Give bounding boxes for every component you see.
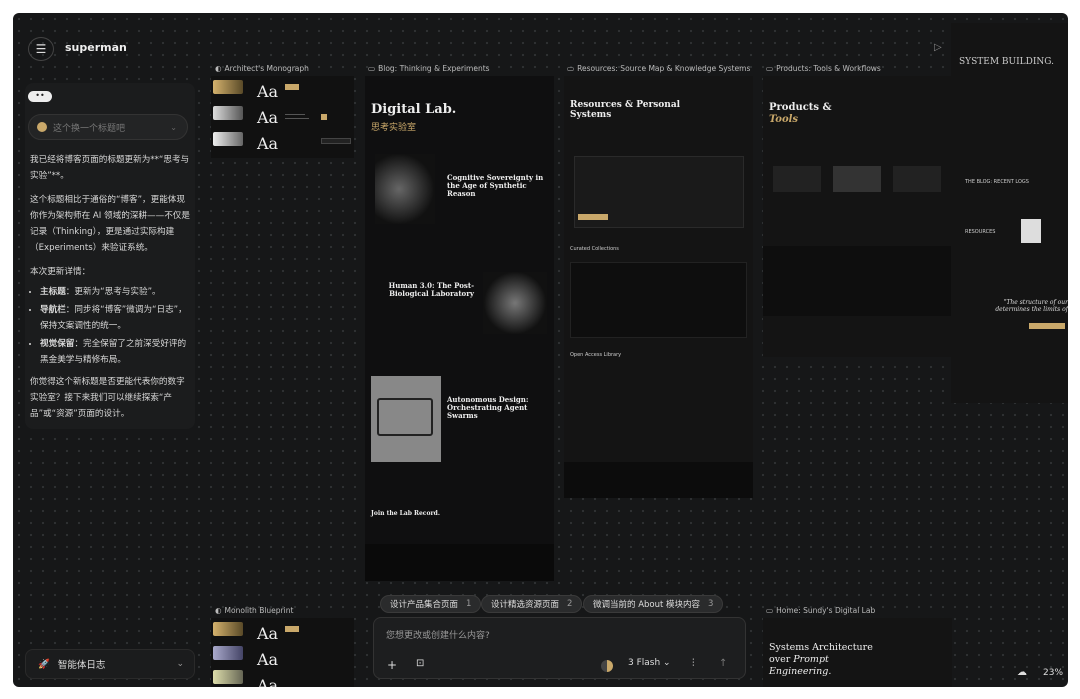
browser-icon: ▭ [766,606,774,615]
article-title: Autonomous Design: Orchestrating Agent S… [447,395,529,420]
home-preview[interactable]: Systems Architecture over Prompt Enginee… [763,618,952,687]
zoom-level[interactable]: 23% [1043,668,1063,678]
preview-title: Digital Lab. [371,102,457,117]
message-paragraph: 你觉得这个新标题是否更能代表你的数字实验室？接下来我们可以继续探索“产品”或“资… [30,377,185,419]
preview-title: SYSTEM BUILDING. [959,57,1055,67]
products-preview[interactable]: Products & Tools [763,76,952,357]
suggestion-chip[interactable]: 微调当前的 About 模块内容 3 [583,595,724,613]
hero-line: over [769,654,791,665]
card-label-products[interactable]: ▭ Products: Tools & Workflows [766,64,881,73]
section-title: Curated Collections [570,246,619,252]
top-bar: ☰ superman ▷ ⇥导出 ⋖共享 [13,13,1068,65]
stitch-canvas: ☰ superman ▷ ⇥导出 ⋖共享 •• 这个换一个标题吧 ⌄ 我已经将博… [13,13,1068,687]
cloud-icon[interactable]: ☁ [1017,667,1027,678]
attach-icon[interactable]: ⊡ [416,658,424,669]
chevron-down-icon: ⌄ [176,659,184,669]
agent-log-button[interactable]: 🚀 智能体日志 ⌄ [25,649,195,679]
resources-preview[interactable]: Resources & Personal Systems Curated Col… [564,76,753,498]
agent-log-label: 智能体日志 [57,660,106,671]
list-item: 导航栏：同步将“博客”微调为“日志”，保持文案调性的统一。 [40,302,190,334]
selector-text: 这个换一个标题吧 [53,123,126,134]
message-paragraph: 我已经将博客页面的标题更新为**“思考与实验”**。 [30,155,190,181]
card-label-monograph[interactable]: ◐ Architect's Monograph [215,64,309,73]
assistant-message: 我已经将博客页面的标题更新为**“思考与实验”**。 这个标题相比于通俗的“博客… [30,152,190,430]
preview-title: Resources & Personal Systems [570,100,681,120]
model-selector[interactable]: 3 Flash ⌄ [628,658,671,668]
hamburger-icon: ☰ [35,42,47,56]
cta-text: Join the Lab Record. [371,510,440,517]
card-label-home[interactable]: ▭ Home: Sundy's Digital Lab [766,606,875,615]
user-pill: •• [28,91,52,102]
blog-preview[interactable]: Digital Lab. 思考实验室 Cognitive Sovereignty… [365,76,554,581]
type-sample: Aa [257,108,279,127]
card-label-blog[interactable]: ▭ Blog: Thinking & Experiments [368,64,490,73]
preview-title-accent: Tools [769,114,799,125]
avatar [37,122,47,132]
suggestion-chip[interactable]: 设计精选资源页面 2 [481,595,583,613]
theme-icon[interactable] [601,660,613,672]
card-label-monolith[interactable]: ◐ Monolith Blueprint [215,606,293,615]
prompt-composer[interactable]: 您想更改或创建什么内容? + ⊡ 3 Flash ⌄ ⫶ ↑ [373,617,746,679]
project-name: superman [65,41,127,54]
rocket-icon: 🚀 [38,658,50,670]
type-sample: Aa [257,676,279,687]
message-selector[interactable]: 这个换一个标题吧 ⌄ [28,114,188,140]
add-icon[interactable]: + [387,658,397,672]
voice-icon[interactable]: ⫶ [692,658,695,669]
card-label-resources[interactable]: ▭ Resources: Source Map & Knowledge Syste… [567,64,750,73]
menu-button[interactable]: ☰ [28,37,54,61]
list-item: 视觉保留：完全保留了之前深受好评的黑金美学与精修布局。 [40,336,190,368]
palette-icon: ◐ [215,64,222,73]
preview-subtitle: 思考实验室 [371,123,417,133]
browser-icon: ▭ [368,64,376,73]
palette-icon: ◐ [215,606,222,615]
section-title: RESOURCES [965,229,996,235]
suggestion-chip[interactable]: 设计产品集合页面 1 [380,595,482,613]
type-sample: Aa [257,650,279,669]
preview-title: Products & [769,102,832,113]
play-icon[interactable]: ▷ [934,42,942,53]
browser-icon: ▭ [766,64,774,73]
message-heading: 本次更新详情： [30,267,91,277]
article-title: Human 3.0: The Post-Biological Laborator… [388,281,474,298]
type-sample: Aa [257,134,279,153]
prompt-input[interactable]: 您想更改或创建什么内容? [386,628,490,641]
type-sample: Aa [257,624,279,643]
type-sample: Aa [257,82,279,101]
list-item: 主标题：更新为“思考与实验”。 [40,284,190,300]
browser-icon: ▭ [567,64,575,73]
hero-line: Prompt [793,654,829,665]
design-system-preview[interactable]: Aa Aa Aa [211,76,354,158]
quote-text: "The structure of our determines the lim… [995,299,1068,313]
article-title: Cognitive Sovereignty in the Age of Synt… [447,173,544,198]
hero-line: Systems Architecture [769,642,873,653]
message-paragraph: 这个标题相比于通俗的“博客”，更能体现你作为架构师在 AI 领域的深耕——不仅是… [30,195,190,253]
hero-line: Engineering. [769,666,832,677]
design-system-preview[interactable]: Aa Aa Aa [211,618,354,687]
section-title: Open Access Library [570,352,622,358]
section-title: THE BLOG: RECENT LOGS [965,179,1029,185]
chevron-down-icon: ⌄ [170,122,177,132]
send-icon[interactable]: ↑ [719,658,727,669]
about-preview[interactable]: SYSTEM BUILDING. THE BLOG: RECENT LOGS R… [951,23,1068,403]
